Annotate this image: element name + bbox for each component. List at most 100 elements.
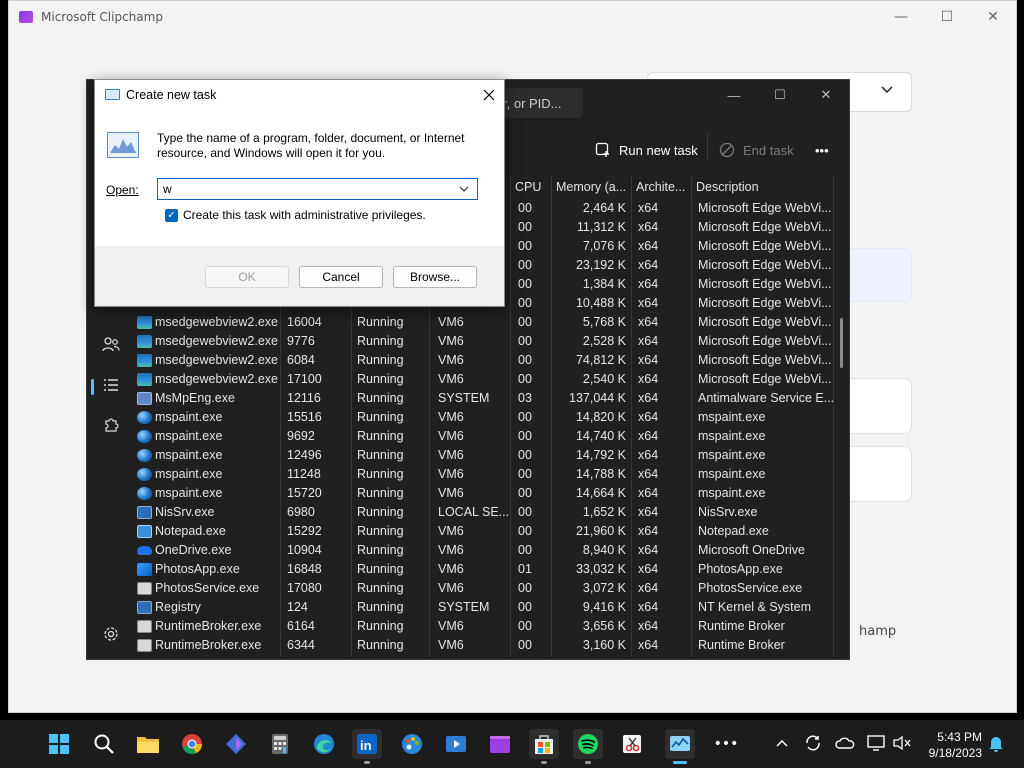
open-input[interactable]: [158, 179, 453, 199]
process-architecture: x64: [638, 562, 659, 576]
cancel-button[interactable]: Cancel: [299, 266, 383, 288]
column-header-cpu[interactable]: CPU: [511, 177, 552, 197]
run-icon: [105, 89, 120, 100]
video-player-button[interactable]: [441, 729, 471, 759]
process-memory: 23,192 K: [575, 258, 626, 272]
maximize-button[interactable]: ☐: [757, 80, 803, 110]
spotify-button[interactable]: [573, 729, 603, 764]
minimize-button[interactable]: —: [711, 80, 757, 110]
process-architecture: x64: [638, 334, 659, 348]
search-button[interactable]: [89, 729, 119, 759]
process-name: NisSrv.exe: [137, 503, 279, 522]
process-user: LOCAL SE...: [438, 505, 510, 519]
volume-tray-button[interactable]: [892, 733, 912, 753]
table-row[interactable]: Notepad.exe 15292 Running VM6 00 21,960 K x64 N…: [135, 522, 849, 541]
process-memory: 11,312 K: [576, 220, 626, 234]
chevron-down-icon[interactable]: [453, 186, 475, 192]
snipping-tool-icon: [623, 735, 641, 753]
nav-users[interactable]: [87, 330, 135, 362]
table-row[interactable]: msedgewebview2.exe 9776 Running VM6 00 2,528 …: [135, 332, 849, 351]
minimize-button[interactable]: —: [878, 1, 924, 33]
table-row[interactable]: Registry 124 Running SYSTEM 00 9,416 K x64 NT K…: [135, 598, 849, 617]
close-button[interactable]: ✕: [970, 1, 1016, 33]
nav-details[interactable]: [87, 371, 135, 403]
table-row[interactable]: mspaint.exe 12496 Running VM6 00 14,792 K x64 m…: [135, 446, 849, 465]
table-row[interactable]: msedgewebview2.exe 6084 Running VM6 00 74,812…: [135, 351, 849, 370]
open-label: Open:: [106, 183, 139, 197]
task-manager-button[interactable]: [665, 729, 695, 764]
start-button[interactable]: [44, 729, 74, 759]
table-row[interactable]: PhotosApp.exe 16848 Running VM6 01 33,032 K x6…: [135, 560, 849, 579]
clipchamp-button[interactable]: [485, 729, 515, 759]
table-row[interactable]: RuntimeBroker.exe 6344 Running VM6 00 3,160 K…: [135, 636, 849, 655]
table-row[interactable]: mspaint.exe 9692 Running VM6 00 14,740 K x64 ms…: [135, 427, 849, 446]
dialog-titlebar: Create new task: [95, 80, 504, 109]
admin-privileges-checkbox[interactable]: ✓ Create this task with administrative p…: [165, 208, 426, 222]
process-user: VM6: [438, 353, 464, 367]
nav-settings[interactable]: [87, 620, 135, 652]
open-combobox[interactable]: [157, 178, 478, 200]
column-header-memory[interactable]: Memory (a...: [552, 177, 632, 197]
process-pid: 16004: [287, 315, 322, 329]
clipchamp-logo-icon: [19, 11, 33, 23]
table-row[interactable]: mspaint.exe 15516 Running VM6 00 14,820 K x64 m…: [135, 408, 849, 427]
process-user: VM6: [438, 372, 464, 386]
process-memory: 1,652 K: [582, 505, 626, 519]
more-options-button[interactable]: •••: [815, 135, 829, 165]
edge-icon: [314, 734, 334, 754]
table-row[interactable]: msedgewebview2.exe 16004 Running VM6 00 5,768…: [135, 313, 849, 332]
process-user: VM6: [438, 619, 464, 633]
snipping-tool-button[interactable]: [617, 729, 647, 759]
onedrive-tray-button[interactable]: [835, 733, 855, 753]
maximize-button[interactable]: ☐: [924, 1, 970, 33]
process-architecture: x64: [638, 619, 659, 633]
notifications-button[interactable]: [986, 733, 1006, 753]
store-icon: [535, 735, 553, 754]
table-row[interactable]: msedgewebview2.exe 17100 Running VM6 00 2,540…: [135, 370, 849, 389]
paint-icon: [137, 449, 152, 463]
run-new-task-button[interactable]: Run new task: [595, 135, 698, 165]
process-memory: 14,788 K: [575, 467, 626, 481]
close-button[interactable]: ✕: [803, 80, 849, 110]
sync-tray-button[interactable]: [803, 733, 823, 753]
nav-services[interactable]: [87, 411, 135, 443]
process-architecture: x64: [638, 581, 659, 595]
checkbox-checked-icon[interactable]: ✓: [165, 208, 178, 222]
browse-button[interactable]: Browse...: [393, 266, 477, 288]
file-explorer-button[interactable]: [133, 729, 163, 759]
dialog-close-button[interactable]: [474, 80, 504, 109]
table-row[interactable]: PhotosService.exe 17080 Running VM6 00 3,072 …: [135, 579, 849, 598]
table-row[interactable]: mspaint.exe 11248 Running VM6 00 14,788 K x64 m…: [135, 465, 849, 484]
table-row[interactable]: mspaint.exe 15720 Running VM6 00 14,664 K x64 m…: [135, 484, 849, 503]
store-button[interactable]: [529, 729, 559, 764]
show-hidden-icons-button[interactable]: [772, 733, 792, 753]
bell-icon: [989, 737, 1003, 752]
copilot-button[interactable]: [221, 729, 251, 759]
process-cpu: 03: [518, 391, 532, 405]
scrollbar-thumb[interactable]: [840, 318, 843, 368]
column-header-description[interactable]: Description: [692, 177, 834, 197]
calculator-button[interactable]: [265, 729, 295, 759]
search-input[interactable]: r, or PID...: [499, 88, 583, 118]
table-row[interactable]: NisSrv.exe 6980 Running LOCAL SE... 00 1,652 …: [135, 503, 849, 522]
paint-button[interactable]: [397, 729, 427, 759]
ok-button[interactable]: OK: [205, 266, 289, 288]
column-header-architecture[interactable]: Archite...: [632, 177, 692, 197]
process-memory: 3,072 K: [582, 581, 626, 595]
table-row[interactable]: OneDrive.exe 10904 Running VM6 00 8,940 K x64 M…: [135, 541, 849, 560]
network-tray-button[interactable]: [866, 733, 886, 753]
more-apps-button[interactable]: •••: [711, 729, 741, 759]
chrome-button[interactable]: [177, 729, 207, 759]
toolbar-divider: [707, 132, 708, 160]
table-row[interactable]: MsMpEng.exe 12116 Running SYSTEM 03 137,044 K…: [135, 389, 849, 408]
end-task-button[interactable]: End task: [719, 135, 794, 165]
process-memory: 33,032 K: [575, 562, 626, 576]
process-memory: 10,488 K: [575, 296, 626, 310]
linkedin-button[interactable]: in: [352, 729, 382, 764]
table-row[interactable]: RuntimeBroker.exe 6164 Running VM6 00 3,656 K…: [135, 617, 849, 636]
clock[interactable]: 5:43 PM 9/18/2023: [929, 729, 982, 761]
edge-button[interactable]: [309, 729, 339, 759]
process-cpu: 00: [518, 410, 532, 424]
process-cpu: 00: [518, 448, 532, 462]
process-description: Runtime Broker: [698, 619, 785, 633]
